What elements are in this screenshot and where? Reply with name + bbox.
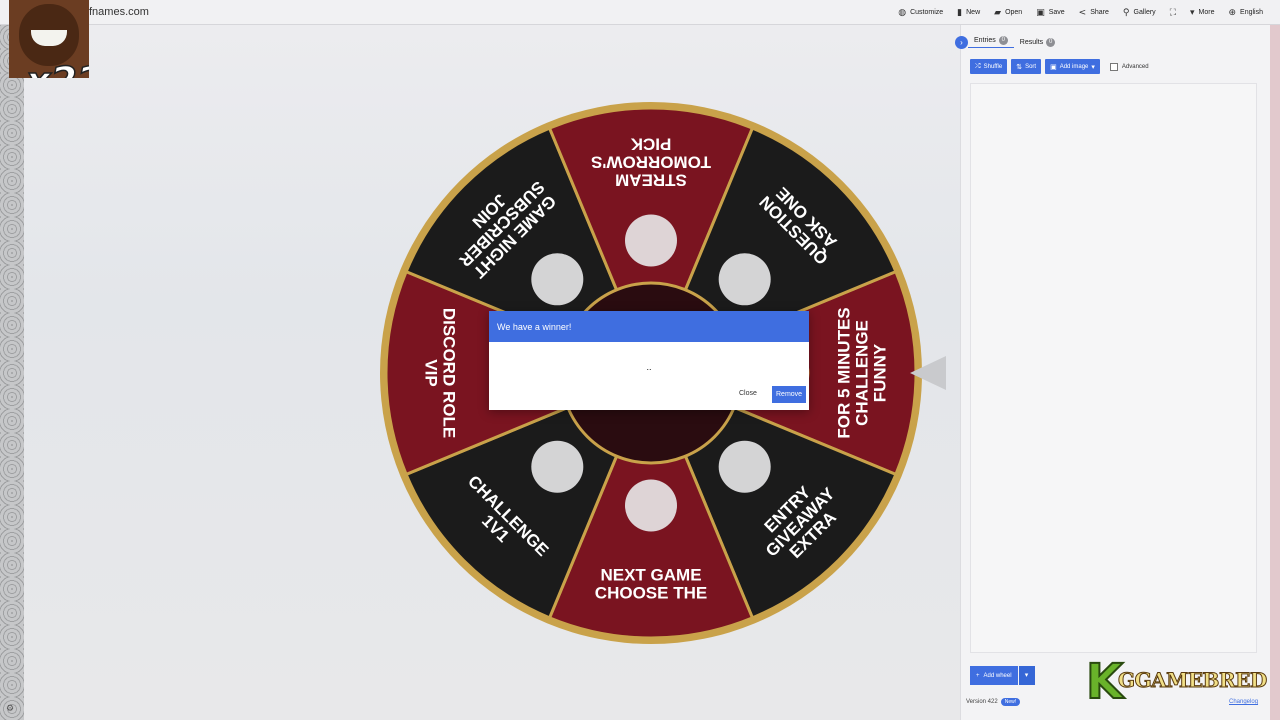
menu-item-gallery[interactable]: ⚲ Gallery (1116, 0, 1163, 25)
shuffle-button[interactable]: ⤮ Shuffle (970, 59, 1008, 74)
menu-label: Customize (910, 9, 944, 16)
sort-icon: ⇅ (1016, 62, 1023, 71)
save-icon: ▣ (1036, 7, 1045, 18)
multiplier-text: x22 (25, 61, 89, 78)
panel-tabs: › Entries 0 Results 0 (955, 33, 1061, 51)
wheel-segment-label: CHOOSE THENEXT GAME (595, 565, 707, 602)
entries-count-badge: 0 (998, 36, 1008, 45)
site-name[interactable]: fnames.com (89, 6, 149, 18)
fullscreen-icon: ⛶ (1169, 7, 1176, 18)
segment-label-line: FUNNY (870, 343, 889, 402)
entries-panel: › Entries 0 Results 0 ⤮ Shuffle ⇅ Sort ▣… (955, 25, 1270, 720)
advanced-label: Advanced (1121, 63, 1149, 70)
segment-label-line: VIP (422, 359, 441, 386)
gamebred-logo: K GGAMEBRED (1085, 657, 1268, 708)
menu-label: More (1198, 9, 1215, 16)
globe-icon: ⊕ (1228, 7, 1237, 18)
calendar-icon (625, 214, 677, 267)
menu-item-english[interactable]: ⊕ English (1221, 0, 1270, 25)
entries-toolbar: ⤮ Shuffle ⇅ Sort ▣ Add image ▾ Advanced (970, 59, 1149, 74)
question-bubble-icon (718, 253, 771, 306)
menu-label: Share (1090, 9, 1109, 16)
image-icon: ▣ (1050, 62, 1057, 71)
ticket-icon (718, 440, 771, 493)
sort-label: Sort (1025, 63, 1037, 70)
boxing-glove-icon (531, 440, 584, 493)
panel-edge (1270, 25, 1280, 720)
segment-label-line: CHOOSE THE (595, 583, 707, 602)
folder-icon: ▰ (994, 7, 1002, 18)
remove-button[interactable]: Remove (772, 386, 807, 403)
segment-label-line: NEXT GAME (600, 565, 701, 584)
menu-label: Gallery (1133, 9, 1156, 16)
top-bar: fnames.com ◍ Customize ▮ New ▰ Open ▣ Save < Shar… (0, 0, 1280, 25)
add-wheel-dropdown-icon[interactable]: ▾ (1018, 666, 1035, 685)
advanced-checkbox[interactable] (1109, 62, 1118, 71)
segment-label-line: DISCORD ROLE (440, 308, 459, 438)
segment-label-line: PICK (630, 135, 671, 154)
version-info: Version 422 New! (966, 698, 1021, 706)
menu-item-save[interactable]: ▣ Save (1029, 0, 1071, 25)
add-wheel-group: + Add wheel ▾ (970, 666, 1035, 685)
menu-item-share[interactable]: < Share (1072, 0, 1116, 25)
dialog-body: .. Close Remove (489, 342, 809, 410)
menu-item-more[interactable]: ▾ More (1183, 0, 1221, 25)
tab-results-label: Results (1019, 38, 1044, 46)
collapse-panel-icon[interactable]: › (955, 35, 968, 49)
shuffle-icon: ⤮ (975, 62, 981, 70)
menu-item-open[interactable]: ▰ Open (987, 0, 1029, 25)
segment-label-line: FOR 5 MINUTES (834, 307, 853, 438)
top-menu: ◍ Customize ▮ New ▰ Open ▣ Save < Share ⚲ Gallery ⛶ ▾… (891, 0, 1270, 25)
controller-icon (531, 253, 584, 306)
sort-button[interactable]: ⇅ Sort (1011, 59, 1042, 74)
palette-icon: ◍ (898, 7, 907, 18)
logo-text: GGAMEBRED (1118, 668, 1268, 693)
tab-results[interactable]: Results 0 (1014, 37, 1061, 47)
wheel-pointer-icon (910, 356, 946, 390)
menu-label: English (1240, 9, 1263, 16)
shuffle-label: Shuffle (983, 63, 1003, 70)
results-count-badge: 0 (1046, 37, 1056, 47)
chevron-down-icon: ▾ (1091, 62, 1095, 71)
add-image-label: Add image (1059, 63, 1089, 70)
webcam-overlay: x22 (9, 0, 89, 78)
winner-text: .. (646, 362, 652, 372)
gear-icon[interactable]: ⚙ (6, 704, 14, 714)
menu-item-customize[interactable]: ◍ Customize (891, 0, 950, 25)
tab-entries[interactable]: Entries 0 (968, 36, 1014, 48)
add-wheel-label: Add wheel (983, 672, 1012, 679)
add-wheel-button[interactable]: + Add wheel (970, 666, 1018, 685)
entries-textarea[interactable] (970, 83, 1257, 653)
segment-label-line: TOMORROW'S (591, 153, 711, 172)
file-icon: ▮ (957, 7, 963, 18)
share-icon: < (1078, 7, 1087, 18)
menu-item-new[interactable]: ▮ New (950, 0, 987, 25)
add-image-button[interactable]: ▣ Add image ▾ (1045, 59, 1100, 74)
menu-label: Open (1005, 9, 1023, 16)
segment-label-line: CHALLENGE (852, 320, 871, 426)
segment-label-line: STREAM (615, 171, 687, 190)
dialog-title: We have a winner! (489, 311, 809, 342)
menu-label: New (966, 9, 981, 16)
left-decorative-strip (0, 25, 24, 720)
chevron-down-icon: ▾ (1190, 7, 1195, 18)
search-icon: ⚲ (1122, 7, 1130, 18)
gamepad-icon (625, 479, 677, 532)
winner-dialog: We have a winner! .. Close Remove (489, 311, 809, 410)
plus-icon: + (976, 672, 980, 679)
menu-item-fullscreen[interactable]: ⛶ (1163, 0, 1183, 25)
new-badge: New! (1000, 698, 1021, 706)
version-text: Version 422 (966, 699, 998, 705)
menu-label: Save (1048, 9, 1065, 16)
advanced-toggle[interactable]: Advanced (1109, 62, 1149, 71)
tab-entries-label: Entries (974, 37, 996, 44)
close-button[interactable]: Close (734, 386, 762, 401)
